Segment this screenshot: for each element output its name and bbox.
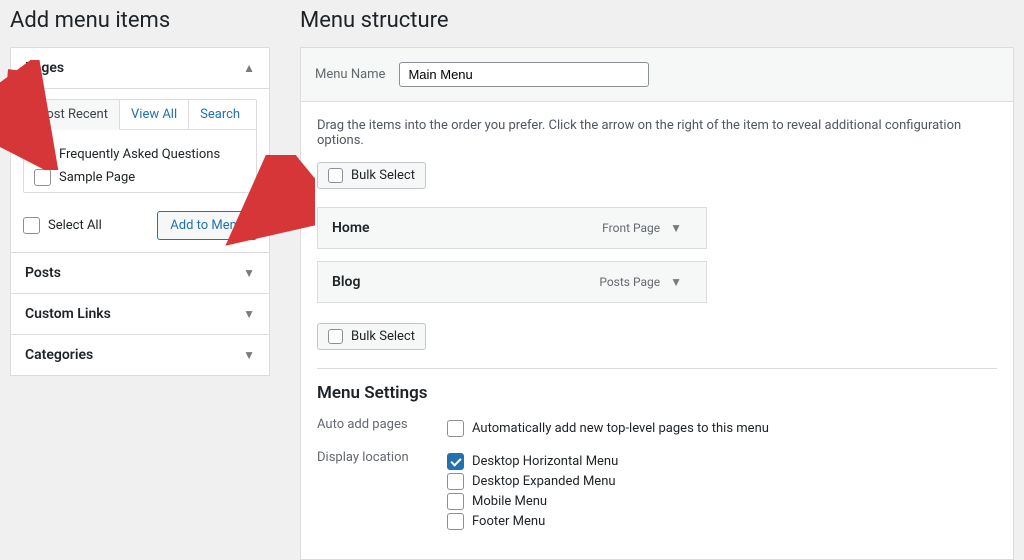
tab-search[interactable]: Search (189, 100, 251, 129)
expand-icon: ▼ (243, 348, 255, 362)
pages-tabs: Most Recent View All Search Frequently A… (23, 99, 257, 193)
checkbox-sample[interactable] (34, 169, 51, 186)
location-desktop-horizontal[interactable]: Desktop Horizontal Menu (447, 453, 997, 470)
bulk-select-bottom[interactable]: Bulk Select (317, 323, 426, 350)
expand-icon: ▼ (243, 266, 255, 280)
checkbox-loc2[interactable] (447, 493, 464, 510)
menu-structure-box: Menu Name Drag the items into the order … (300, 47, 1014, 560)
location-label: Mobile Menu (472, 494, 547, 509)
menu-item-home[interactable]: Home Front Page ▼ (317, 207, 707, 249)
settings-heading: Menu Settings (317, 368, 997, 403)
menu-item-blog[interactable]: Blog Posts Page ▼ (317, 261, 707, 303)
bulk-select-label: Bulk Select (351, 329, 415, 344)
chevron-down-icon[interactable]: ▼ (670, 221, 682, 235)
bulk-select-top[interactable]: Bulk Select (317, 162, 426, 189)
checkbox-faq[interactable] (34, 146, 51, 163)
location-mobile[interactable]: Mobile Menu (447, 493, 997, 510)
checkbox-loc0[interactable] (447, 453, 464, 470)
menu-item-title: Blog (332, 274, 360, 290)
menu-header: Menu Name (301, 48, 1013, 102)
pages-title: Pages (25, 60, 64, 76)
checkbox-auto-add[interactable] (447, 420, 464, 437)
custom-links-header[interactable]: Custom Links ▼ (11, 294, 269, 334)
bulk-select-label: Bulk Select (351, 168, 415, 183)
location-label: Footer Menu (472, 514, 545, 529)
page-item-faq[interactable]: Frequently Asked Questions (34, 146, 246, 163)
auto-add-text: Automatically add new top-level pages to… (472, 421, 769, 436)
tab-view-all[interactable]: View All (120, 100, 189, 129)
checkbox-loc1[interactable] (447, 473, 464, 490)
location-footer[interactable]: Footer Menu (447, 513, 997, 530)
menu-item-meta: Front Page (602, 221, 660, 235)
collapse-icon: ▲ (243, 61, 255, 75)
hint-text: Drag the items into the order you prefer… (317, 118, 997, 148)
add-items-accordion: Pages ▲ Most Recent View All Search (10, 47, 270, 376)
location-label: Desktop Expanded Menu (472, 474, 616, 489)
checkbox-loc3[interactable] (447, 513, 464, 530)
auto-add-option[interactable]: Automatically add new top-level pages to… (447, 420, 997, 437)
menu-item-title: Home (332, 220, 370, 236)
checkbox-select-all[interactable] (23, 217, 40, 234)
location-desktop-expanded[interactable]: Desktop Expanded Menu (447, 473, 997, 490)
posts-header[interactable]: Posts ▼ (11, 253, 269, 293)
section-heading-structure: Menu structure (300, 8, 1014, 33)
checkbox-bulk-top[interactable] (328, 168, 343, 183)
section-heading-add-items: Add menu items (10, 8, 270, 33)
select-all-row[interactable]: Select All (23, 217, 102, 234)
select-all-label: Select All (48, 218, 102, 233)
auto-add-label: Auto add pages (317, 417, 447, 440)
categories-header[interactable]: Categories ▼ (11, 335, 269, 375)
page-item-sample[interactable]: Sample Page (34, 169, 246, 186)
tab-most-recent[interactable]: Most Recent (24, 100, 120, 130)
display-location-label: Display location (317, 450, 447, 533)
custom-links-title: Custom Links (25, 306, 111, 322)
menu-name-input[interactable] (399, 62, 649, 87)
checkbox-bulk-bottom[interactable] (328, 329, 343, 344)
page-label: Sample Page (59, 170, 135, 185)
chevron-down-icon[interactable]: ▼ (670, 275, 682, 289)
pages-header[interactable]: Pages ▲ (11, 48, 269, 88)
expand-icon: ▼ (243, 307, 255, 321)
posts-title: Posts (25, 265, 61, 281)
menu-item-meta: Posts Page (599, 275, 660, 289)
add-to-menu-button[interactable]: Add to Menu (157, 211, 257, 240)
page-label: Frequently Asked Questions (59, 147, 220, 162)
menu-name-label: Menu Name (315, 67, 385, 82)
location-label: Desktop Horizontal Menu (472, 454, 618, 469)
categories-title: Categories (25, 347, 93, 363)
pages-section: Pages ▲ Most Recent View All Search (11, 48, 269, 253)
